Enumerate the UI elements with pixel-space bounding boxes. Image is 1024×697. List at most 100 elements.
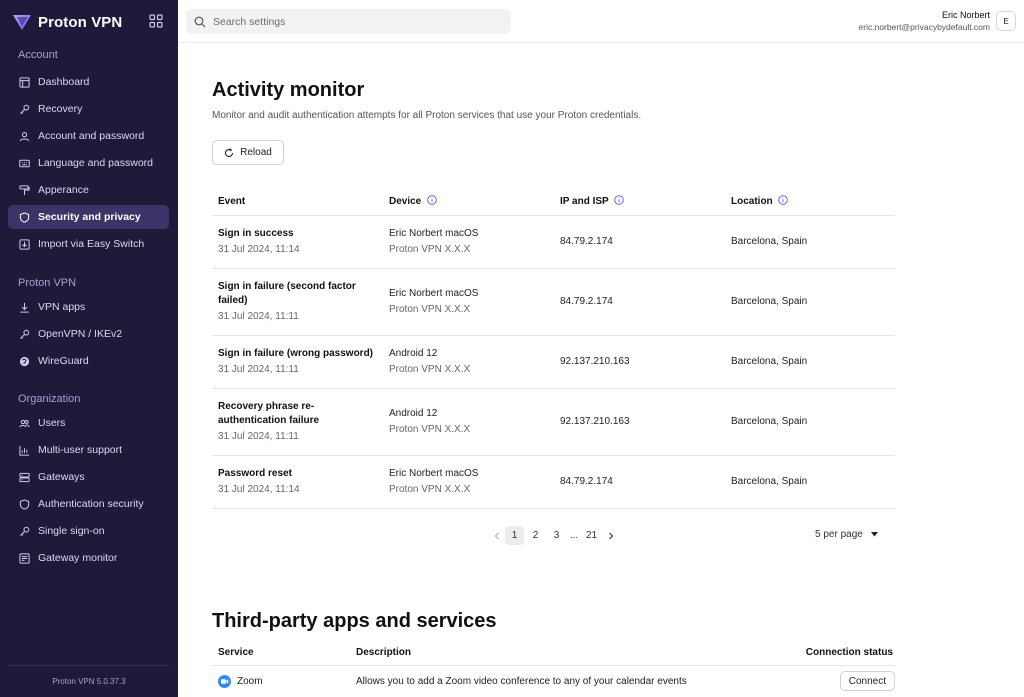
refresh-icon (225, 147, 234, 157)
page-button-2[interactable]: 2 (526, 526, 545, 545)
table-row: Sign in failure (wrong password) 31 Jul 2… (212, 335, 895, 389)
monitor-list-icon (18, 552, 30, 564)
sidebar-item-import-via-easy-switch[interactable]: Import via Easy Switch (8, 232, 169, 256)
device-app: Proton VPN X.X.X (389, 483, 471, 495)
device-name: Android 12 (389, 407, 438, 419)
page-button-last[interactable]: 21 (582, 526, 601, 545)
user-icon (18, 130, 30, 142)
event-time: 31 Jul 2024, 11:11 (218, 363, 299, 375)
search-icon (194, 16, 206, 27)
sidebar-item-label: Language and password (38, 157, 154, 169)
sidebar-item-single-sign-on[interactable]: Single sign-on (8, 519, 169, 543)
pagination: 1 2 3 ... 21 (489, 526, 619, 545)
table-row: Recovery phrase re-authentication failur… (212, 388, 895, 456)
sidebar-item-wireguard[interactable]: WireGuard (8, 349, 169, 373)
sidebar-item-gateway-monitor[interactable]: Gateway monitor (8, 546, 169, 570)
section-label-organization: Organization (18, 393, 81, 405)
reload-button-label: Reload (240, 147, 272, 158)
sidebar-item-multi-user-support[interactable]: Multi-user support (8, 438, 169, 462)
ip-address: 84.79.2.174 (554, 455, 725, 509)
activity-table: Event Device IP and ISP Location Sign in… (212, 188, 895, 509)
table-row: Sign in failure (second factor failed) 31… (212, 268, 895, 336)
previous-page-button[interactable] (489, 526, 505, 545)
per-page-select[interactable]: 5 per page (815, 529, 878, 540)
user-name: Eric Norbert (941, 10, 990, 20)
sidebar-item-label: Apperance (38, 184, 89, 196)
event-name: Sign in failure (second factor failed) (218, 280, 356, 306)
column-header-label: Device (389, 196, 422, 208)
server-icon (18, 471, 30, 483)
sidebar-item-label: Multi-user support (38, 444, 123, 456)
device-app: Proton VPN X.X.X (389, 243, 471, 255)
sidebar-item-label: Account and password (38, 130, 145, 142)
connect-button[interactable]: Connect (839, 671, 895, 691)
sidebar-item-dashboard[interactable]: Dashboard (8, 70, 169, 94)
sidebar-item-label: Single sign-on (38, 525, 105, 537)
page-button-3[interactable]: 3 (547, 526, 566, 545)
column-header-description: Description (350, 641, 770, 666)
sidebar-item-gateways[interactable]: Gateways (8, 465, 169, 489)
event-time: 31 Jul 2024, 11:14 (218, 483, 300, 495)
table-row: Sign in success 31 Jul 2024, 11:14 Eric N… (212, 215, 895, 269)
sidebar-item-label: Recovery (38, 103, 83, 115)
pagination-ellipsis: ... (569, 530, 579, 541)
download-icon (18, 301, 30, 313)
column-header-event: Event (212, 188, 383, 216)
device-name: Eric Norbert macOS (389, 467, 479, 479)
info-icon[interactable] (778, 195, 789, 206)
section-title-third-party: Third-party apps and services (212, 610, 497, 632)
brand[interactable]: Proton VPN (12, 10, 122, 34)
sidebar-item-authentication-security[interactable]: Authentication security (8, 492, 169, 516)
event-time: 31 Jul 2024, 11:11 (218, 310, 299, 322)
next-page-button[interactable] (603, 526, 619, 545)
device-name: Eric Norbert macOS (389, 287, 479, 299)
column-header-service: Service (212, 641, 350, 666)
sidebar-item-openvpn-ikev2[interactable]: OpenVPN / IKEv2 (8, 322, 169, 346)
column-header-label: Location (731, 196, 773, 208)
service-cell: Zoom (218, 674, 350, 688)
page-button-1[interactable]: 1 (505, 526, 524, 545)
page-title: Activity monitor (212, 79, 365, 101)
sidebar-item-users[interactable]: Users (8, 411, 169, 435)
reload-button[interactable]: Reload (212, 140, 284, 165)
sidebar-item-language-and-password[interactable]: Language and password (8, 151, 169, 175)
location: Barcelona, Spain (725, 388, 895, 456)
sidebar-item-appearance[interactable]: Apperance (8, 178, 169, 202)
search-box[interactable] (186, 9, 511, 34)
zoom-icon (218, 674, 231, 688)
location: Barcelona, Spain (725, 455, 895, 509)
sidebar-item-recovery[interactable]: Recovery (8, 97, 169, 121)
main-content: Activity monitor Monitor and audit authe… (178, 43, 1024, 697)
app-switcher-grid-icon[interactable] (149, 14, 163, 28)
column-header-ip-and-isp: IP and ISP (554, 188, 725, 216)
info-icon[interactable] (427, 195, 437, 206)
search-input[interactable] (213, 15, 493, 28)
users-icon (18, 417, 30, 429)
ip-address: 92.137.210.163 (554, 388, 725, 456)
avatar[interactable]: E (996, 11, 1016, 31)
chevron-left-icon (494, 532, 499, 539)
column-header-location: Location (725, 188, 895, 216)
sidebar-divider (8, 665, 170, 666)
device-app: Proton VPN X.X.X (389, 303, 471, 315)
table-row: Zoom Allows you to add a Zoom video conf… (212, 665, 895, 697)
info-icon[interactable] (614, 195, 625, 206)
user-info[interactable]: Eric Norbert eric.norbert@privacybydefau… (859, 10, 990, 32)
topbar: Eric Norbert eric.norbert@privacybydefau… (178, 0, 1024, 43)
sidebar-item-security-and-privacy[interactable]: Security and privacy (8, 205, 169, 229)
device-name: Android 12 (389, 347, 438, 359)
shield-icon (18, 211, 30, 223)
ip-address: 92.137.210.163 (554, 335, 725, 389)
table-header-row: Event Device IP and ISP Location (212, 188, 895, 216)
per-page-label: 5 per page (815, 529, 863, 540)
column-header-device: Device (383, 188, 554, 216)
location: Barcelona, Spain (725, 215, 895, 269)
sidebar-item-vpn-apps[interactable]: VPN apps (8, 295, 169, 319)
service-description: Allows you to add a Zoom video conferenc… (350, 665, 770, 697)
location: Barcelona, Spain (725, 335, 895, 389)
event-name: Recovery phrase re-authentication failur… (218, 400, 320, 426)
sidebar-item-label: Gateway monitor (38, 552, 118, 564)
import-icon (18, 238, 30, 250)
sidebar-item-account-and-password[interactable]: Account and password (8, 124, 169, 148)
event-time: 31 Jul 2024, 11:14 (218, 243, 300, 255)
